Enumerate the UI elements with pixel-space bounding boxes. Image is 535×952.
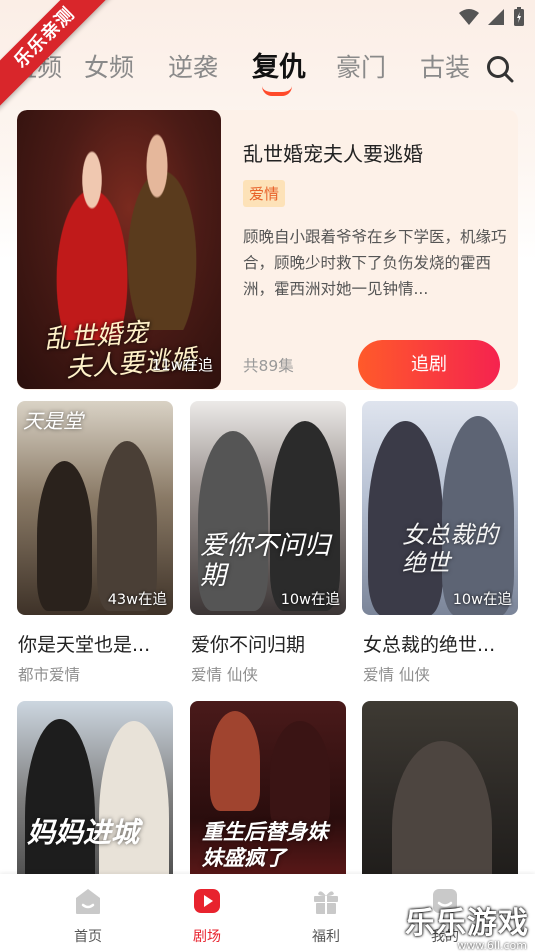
watermark-url: www.6ll.com	[457, 939, 527, 952]
tab-comeback[interactable]: 逆袭	[168, 48, 218, 88]
category-tabs: 短频 女频 逆袭 复仇 豪门 古装	[0, 48, 480, 98]
drama-title[interactable]: 女总裁的绝世...	[363, 630, 523, 657]
nav-rewards[interactable]: 福利	[286, 886, 366, 946]
drama-card[interactable]: 天是堂 43w在追 你是天堂也是... 都市爱情	[17, 401, 173, 684]
follow-count: 10w在追	[452, 592, 512, 608]
gift-icon	[314, 891, 338, 914]
signal-icon	[488, 9, 504, 25]
drama-card[interactable]: 女总裁的绝世 10w在追 女总裁的绝世... 爱情 仙侠	[362, 401, 518, 684]
drama-poster[interactable]: 爱你不问归期 10w在追	[190, 401, 346, 615]
follow-count: 43w在追	[107, 592, 167, 608]
poster-figure	[368, 421, 443, 615]
poster-figure	[210, 711, 260, 811]
poster-figure	[442, 416, 514, 615]
featured-title[interactable]: 乱世婚宠夫人要逃婚	[243, 138, 423, 167]
tab-female[interactable]: 女频	[84, 48, 134, 88]
drama-tags: 爱情 仙侠	[363, 666, 430, 684]
poster-title-art: 女总裁的绝世	[402, 521, 498, 577]
drama-poster[interactable]: 女总裁的绝世 10w在追	[362, 401, 518, 615]
nav-label: 剧场	[193, 929, 221, 945]
watermark-logo: 乐乐游戏	[405, 906, 529, 941]
poster-figure	[97, 441, 157, 611]
home-icon	[76, 889, 100, 914]
drama-tags: 都市爱情	[18, 666, 81, 684]
poster-figure	[270, 721, 330, 831]
tab-wealthy[interactable]: 豪门	[336, 48, 386, 88]
follow-button[interactable]: 追剧	[358, 340, 500, 389]
poster-figure	[112, 130, 212, 330]
poster-title-art: 天是堂	[23, 409, 83, 433]
drama-title[interactable]: 爱你不问归期	[191, 630, 351, 657]
featured-drama-card[interactable]: 乱世婚宠 夫人要逃婚 11w在追 乱世婚宠夫人要逃婚 爱情 顾晚自小跟着爷爷在乡…	[17, 110, 518, 390]
drama-card[interactable]: 爱你不问归期 10w在追 爱你不问归期 爱情 仙侠	[190, 401, 346, 684]
poster-figure	[37, 461, 92, 611]
poster-title-art: 爱你不问归期	[200, 531, 331, 591]
wifi-icon	[459, 9, 479, 25]
follow-count: 11w在追	[151, 356, 213, 374]
follow-count: 10w在追	[280, 592, 340, 608]
nav-theater[interactable]: 剧场	[167, 886, 247, 946]
episode-count: 共89集	[243, 357, 294, 375]
drama-poster[interactable]: 天是堂 43w在追	[17, 401, 173, 615]
poster-title-art: 妈妈进城	[27, 816, 140, 849]
poster-title-art: 重生后替身妹妹盛疯了	[202, 819, 328, 870]
tab-costume[interactable]: 古装	[420, 48, 470, 88]
play-icon	[194, 889, 220, 913]
featured-info: 乱世婚宠夫人要逃婚 爱情 顾晚自小跟着爷爷在乡下学医，机缘巧合，顾晚少时救下了负…	[243, 110, 513, 390]
search-icon[interactable]	[485, 54, 515, 84]
nav-label: 首页	[74, 929, 102, 945]
status-icons	[459, 7, 525, 27]
drama-tags: 爱情 仙侠	[191, 666, 258, 684]
tab-revenge[interactable]: 复仇	[252, 48, 306, 88]
featured-description: 顾晚自小跟着爷爷在乡下学医，机缘巧合，顾晚少时救下了负伤发烧的霍西洲，霍西洲对她…	[243, 228, 507, 298]
nav-label: 福利	[312, 929, 340, 945]
genre-tag: 爱情	[243, 180, 286, 207]
drama-title[interactable]: 你是天堂也是...	[18, 630, 178, 657]
battery-icon	[514, 7, 524, 26]
nav-home[interactable]: 首页	[48, 886, 128, 946]
featured-poster[interactable]: 乱世婚宠 夫人要逃婚 11w在追	[17, 110, 221, 389]
